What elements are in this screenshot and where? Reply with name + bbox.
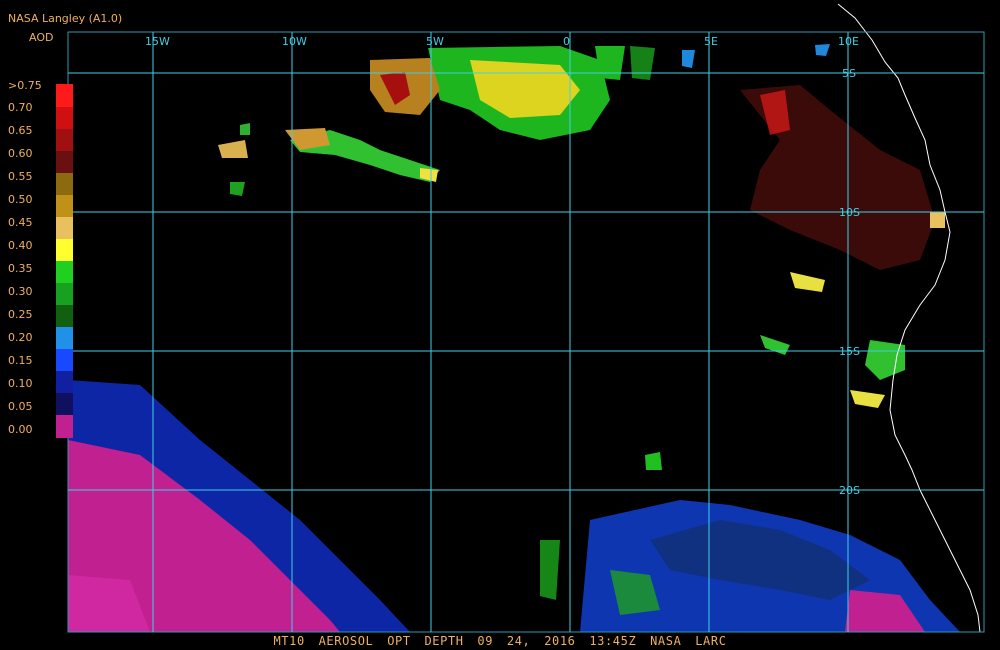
scale-swatch: [56, 283, 73, 305]
lat-label-20s: 20S: [839, 484, 860, 497]
lat-label-5s: 5S: [842, 67, 856, 80]
scale-swatch: [56, 371, 73, 393]
scale-swatch: [56, 239, 73, 261]
scale-label: 0.10: [8, 377, 33, 390]
scale-label: 0.15: [8, 354, 33, 367]
scale-label: >0.75: [8, 79, 42, 92]
lat-label-10s: 10S: [839, 206, 860, 219]
scale-label: 0.00: [8, 423, 33, 436]
scale-label: 0.70: [8, 101, 33, 114]
scale-label: 0.30: [8, 285, 33, 298]
scale-label: 0.45: [8, 216, 33, 229]
lon-label-5e: 5E: [704, 35, 718, 48]
lat-label-15s: 15S: [839, 345, 860, 358]
scale-swatch: [56, 349, 73, 371]
scale-swatch: [56, 305, 73, 327]
scale-label: 0.40: [8, 239, 33, 252]
scale-label: 0.55: [8, 170, 33, 183]
lon-label-15w: 15W: [145, 35, 170, 48]
scale-swatch: [56, 151, 73, 173]
lon-label-0: 0: [563, 35, 570, 48]
aod-map: 15W 10W 5W 0 5E 10E 5S 10S 15S 20S: [0, 0, 1000, 650]
scale-label: 0.25: [8, 308, 33, 321]
scale-swatch: [56, 415, 73, 438]
scale-label: 0.65: [8, 124, 33, 137]
scale-swatch: [56, 84, 73, 107]
scale-label: 0.05: [8, 400, 33, 413]
scale-swatch: [56, 173, 73, 195]
lon-label-10w: 10W: [282, 35, 307, 48]
scale-label: 0.50: [8, 193, 33, 206]
units-label: AOD: [29, 31, 54, 44]
scale-swatch: [56, 327, 73, 349]
scale-swatch: [56, 261, 73, 283]
scale-label: 0.20: [8, 331, 33, 344]
scale-swatch: [56, 107, 73, 129]
scale-label: 0.60: [8, 147, 33, 160]
lon-label-5w: 5W: [426, 35, 444, 48]
scale-swatch: [56, 217, 73, 239]
scale-swatch: [56, 195, 73, 217]
scale-swatch: [56, 393, 73, 415]
footer-caption: MT10 AEROSOL OPT DEPTH 09 24, 2016 13:45…: [273, 634, 727, 648]
lon-label-10e: 10E: [838, 35, 859, 48]
credit-label: NASA Langley (A1.0): [8, 12, 123, 25]
scale-label: 0.35: [8, 262, 33, 275]
scale-swatch: [56, 129, 73, 151]
